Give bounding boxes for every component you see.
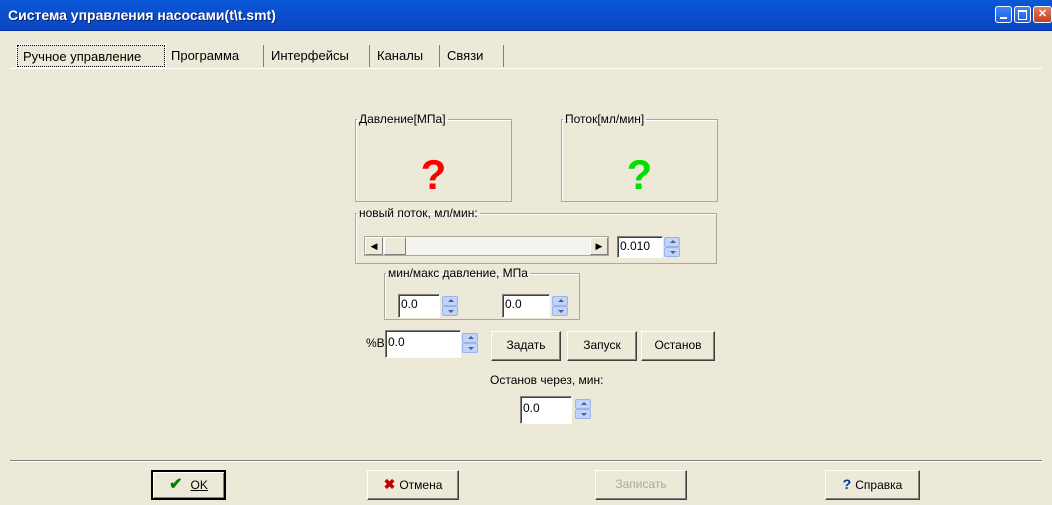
tab-label: Каналы: [377, 48, 424, 63]
min-pressure-input[interactable]: 0.0: [398, 294, 440, 318]
new-flow-label: новый поток, мл/мин:: [359, 206, 478, 220]
x-icon: ✖: [383, 476, 396, 492]
start-button-label: Запуск: [583, 338, 621, 352]
ok-button[interactable]: ✔ OK: [151, 470, 226, 500]
write-button[interactable]: Записать: [595, 470, 687, 500]
close-button[interactable]: ✕: [1033, 6, 1052, 23]
max-pressure-input[interactable]: 0.0: [502, 294, 550, 318]
start-button[interactable]: Запуск: [567, 331, 637, 361]
new-flow-input[interactable]: 0.010: [617, 236, 663, 258]
flow-slider[interactable]: ◀ ▶: [364, 236, 609, 256]
tab-interfaces[interactable]: Интерфейсы: [266, 45, 370, 67]
stop-button[interactable]: Останов: [641, 331, 715, 361]
new-flow-spinner[interactable]: [664, 237, 680, 257]
window-title: Система управления насосами(t\t.smt): [8, 7, 276, 23]
help-button-label: Справка: [855, 478, 903, 492]
tab-manual-control[interactable]: Ручное управление: [16, 44, 166, 68]
pressure-value: ?: [420, 151, 447, 198]
spin-down-icon[interactable]: [442, 306, 458, 316]
stop-after-label: Останов через, мин:: [490, 373, 604, 387]
set-button[interactable]: Задать: [491, 331, 561, 361]
min-pressure-value: 0.0: [401, 297, 418, 311]
close-icon: ✕: [1037, 8, 1048, 20]
max-pressure-value: 0.0: [505, 297, 522, 311]
spin-down-icon[interactable]: [664, 247, 680, 257]
ok-button-label: OK: [190, 478, 208, 492]
tab-label: Программа: [171, 48, 240, 63]
maximize-button[interactable]: [1014, 6, 1031, 23]
cancel-button-label: Отмена: [399, 478, 443, 492]
checkmark-icon: ✔: [169, 476, 183, 493]
flow-group: Поток[мл/мин] ?: [561, 112, 718, 202]
tab-channels[interactable]: Каналы: [372, 45, 440, 67]
tab-label: Интерфейсы: [271, 48, 349, 63]
spin-up-icon[interactable]: [462, 333, 478, 343]
min-pressure-spinner[interactable]: [442, 296, 458, 316]
bottom-separator: [10, 460, 1042, 462]
percent-b-label: %B: [366, 336, 385, 350]
tab-divider: [10, 68, 1042, 69]
spin-down-icon[interactable]: [575, 409, 591, 419]
spin-up-icon[interactable]: [442, 296, 458, 306]
set-button-label: Задать: [506, 338, 546, 352]
title-bar: Система управления насосами(t\t.smt) ✕: [0, 0, 1052, 31]
spin-up-icon[interactable]: [552, 296, 568, 306]
minmax-pressure-label: мин/макс давление, МПа: [388, 266, 528, 280]
stop-button-label: Останов: [654, 338, 702, 352]
flow-label: Поток[мл/мин]: [565, 112, 645, 126]
scroll-right-button[interactable]: ▶: [590, 237, 608, 255]
tab-label: Связи: [447, 48, 484, 63]
flow-value: ?: [626, 151, 653, 198]
question-icon: ?: [842, 476, 852, 492]
max-pressure-spinner[interactable]: [552, 296, 568, 316]
percent-b-input[interactable]: 0.0: [385, 330, 461, 358]
minmax-pressure-group: мин/макс давление, МПа 0.0 0.0: [384, 266, 580, 320]
tab-program[interactable]: Программа: [166, 45, 264, 67]
slider-thumb[interactable]: [384, 237, 406, 255]
minimize-button[interactable]: [995, 6, 1012, 23]
help-button[interactable]: ? Справка: [825, 470, 920, 500]
new-flow-value: 0.010: [620, 239, 651, 253]
percent-b-spinner[interactable]: [462, 333, 478, 353]
scroll-left-button[interactable]: ◀: [365, 237, 383, 255]
tab-links[interactable]: Связи: [442, 45, 504, 67]
new-flow-group: новый поток, мл/мин: ◀ ▶ 0.010: [355, 206, 717, 264]
stop-after-value: 0.0: [523, 401, 540, 415]
cancel-button[interactable]: ✖ Отмена: [367, 470, 459, 500]
tab-label: Ручное управление: [23, 49, 142, 64]
spin-down-icon[interactable]: [552, 306, 568, 316]
stop-after-input[interactable]: 0.0: [520, 396, 572, 424]
pressure-label: Давление[МПа]: [359, 112, 446, 126]
spin-up-icon[interactable]: [575, 399, 591, 409]
pressure-group: Давление[МПа] ?: [355, 112, 512, 202]
write-button-label: Записать: [615, 477, 667, 491]
spin-up-icon[interactable]: [664, 237, 680, 247]
spin-down-icon[interactable]: [462, 343, 478, 353]
stop-after-spinner[interactable]: [575, 399, 591, 419]
percent-b-value: 0.0: [388, 335, 405, 349]
